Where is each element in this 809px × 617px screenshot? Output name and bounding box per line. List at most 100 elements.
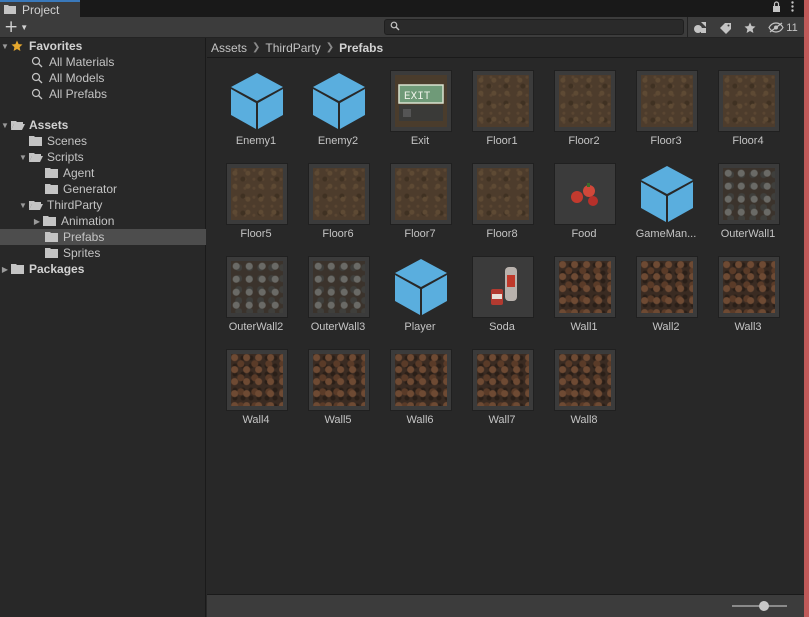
tree-label: All Models: [49, 71, 105, 85]
plus-icon: +: [4, 17, 19, 37]
tree-label: Generator: [63, 182, 118, 196]
asset-name: Wall8: [570, 414, 598, 426]
asset-item[interactable]: Wall6: [382, 338, 458, 428]
label-filter-button[interactable]: [714, 18, 736, 37]
tree-label: Assets: [29, 118, 69, 132]
collapsed-arrow-icon[interactable]: ▶: [32, 217, 42, 226]
expanded-arrow-icon[interactable]: ▼: [18, 153, 28, 162]
favorite-button[interactable]: [739, 18, 761, 37]
asset-item[interactable]: Enemy1: [218, 59, 294, 149]
tree-packages[interactable]: ▶ Packages: [0, 261, 206, 277]
tree-item-all-materials[interactable]: All Materials: [0, 54, 206, 70]
tree-assets[interactable]: ▼ Assets: [0, 117, 206, 133]
breadcrumb-current[interactable]: Prefabs: [339, 41, 383, 55]
asset-item[interactable]: OuterWall1: [710, 152, 786, 242]
asset-name: Wall3: [734, 321, 762, 333]
asset-name: Wall5: [324, 414, 352, 426]
zoom-slider-handle[interactable]: [759, 601, 769, 611]
asset-item[interactable]: Food: [546, 152, 622, 242]
asset-name: Wall7: [488, 414, 516, 426]
asset-item[interactable]: Wall3: [710, 245, 786, 335]
tree-item-all-models[interactable]: All Models: [0, 70, 206, 86]
asset-item[interactable]: Floor7: [382, 152, 458, 242]
folder-open-icon: [29, 151, 43, 163]
asset-name: Wall4: [242, 414, 270, 426]
asset-item[interactable]: Floor3: [628, 59, 704, 149]
asset-item[interactable]: Floor5: [218, 152, 294, 242]
sprite-thumbnail: [226, 256, 288, 318]
tree-label: All Materials: [49, 55, 115, 69]
bottom-bar: [207, 594, 804, 617]
expanded-arrow-icon[interactable]: ▼: [0, 42, 10, 51]
sprite-thumbnail: [554, 70, 616, 132]
tree-item-scenes[interactable]: Scenes: [0, 133, 206, 149]
asset-item[interactable]: Floor8: [464, 152, 540, 242]
asset-item[interactable]: OuterWall3: [300, 245, 376, 335]
asset-name: Wall6: [406, 414, 434, 426]
asset-item[interactable]: Wall8: [546, 338, 622, 428]
asset-item[interactable]: Wall4: [218, 338, 294, 428]
asset-name: Floor3: [650, 135, 682, 147]
sprite-thumbnail: [554, 256, 616, 318]
asset-item[interactable]: GameMan...: [628, 152, 704, 242]
tree-item-scripts[interactable]: ▼ Scripts: [0, 149, 206, 165]
asset-item[interactable]: Wall5: [300, 338, 376, 428]
tree-item-generator[interactable]: Generator: [0, 181, 206, 197]
asset-name: Enemy1: [235, 135, 277, 147]
tag-icon: [719, 22, 731, 34]
hidden-count: 11: [786, 21, 798, 34]
tree-item-prefabs[interactable]: Prefabs: [0, 229, 206, 245]
sprite-thumbnail: [472, 70, 534, 132]
asset-item[interactable]: Soda: [464, 245, 540, 335]
sprite-thumbnail: [636, 256, 698, 318]
star-icon: [744, 22, 756, 33]
kebab-menu-icon[interactable]: [791, 1, 794, 15]
expanded-arrow-icon[interactable]: ▼: [18, 201, 28, 210]
asset-item[interactable]: Wall7: [464, 338, 540, 428]
sprite-thumbnail: [308, 349, 370, 411]
collapsed-arrow-icon[interactable]: ▶: [0, 265, 10, 274]
search-icon: [31, 56, 45, 68]
tree-item-all-prefabs[interactable]: All Prefabs: [0, 86, 206, 102]
lock-icon[interactable]: [772, 1, 781, 15]
asset-item[interactable]: Floor2: [546, 59, 622, 149]
asset-item[interactable]: EXIT Exit: [382, 59, 458, 149]
asset-item[interactable]: Wall1: [546, 245, 622, 335]
sprite-thumbnail: [636, 70, 698, 132]
tree-label: Favorites: [29, 39, 83, 53]
folder-icon: [45, 183, 59, 195]
shapes-icon: [694, 22, 706, 33]
folder-icon: [45, 247, 59, 259]
tree-item-agent[interactable]: Agent: [0, 165, 206, 181]
create-button[interactable]: + ▼: [4, 18, 32, 36]
asset-item[interactable]: OuterWall2: [218, 245, 294, 335]
asset-name: GameMan...: [635, 228, 697, 240]
asset-item[interactable]: Player: [382, 245, 458, 335]
asset-item[interactable]: Enemy2: [300, 59, 376, 149]
breadcrumb-item[interactable]: ThirdParty: [265, 41, 320, 55]
asset-name: Floor2: [568, 135, 600, 147]
breadcrumb-item[interactable]: Assets: [211, 41, 247, 55]
tree-favorites[interactable]: ▼ Favorites: [0, 38, 206, 54]
asset-name: Wall2: [652, 321, 680, 333]
type-filter-button[interactable]: [689, 18, 711, 37]
hidden-packages-toggle[interactable]: 11: [765, 18, 801, 37]
asset-grid: Enemy1 Enemy2 EXIT Exit Floor1 Floor2 Floor3 Fl…: [207, 59, 804, 594]
project-toolbar: + ▼ 11: [0, 17, 804, 38]
asset-item[interactable]: Wall2: [628, 245, 704, 335]
tree-label: All Prefabs: [49, 87, 108, 101]
asset-name: Player: [404, 321, 436, 333]
asset-item[interactable]: Floor1: [464, 59, 540, 149]
tree-label: Sprites: [63, 246, 101, 260]
tree-item-animation[interactable]: ▶ Animation: [0, 213, 206, 229]
asset-item[interactable]: Floor6: [300, 152, 376, 242]
folder-open-icon: [11, 119, 25, 131]
expanded-arrow-icon[interactable]: ▼: [0, 121, 10, 130]
tree-item-thirdparty[interactable]: ▼ ThirdParty: [0, 197, 206, 213]
search-input[interactable]: [384, 19, 684, 35]
sprite-thumbnail: [226, 349, 288, 411]
window-tab-bar: Project: [0, 0, 804, 17]
asset-item[interactable]: Floor4: [710, 59, 786, 149]
tab-project[interactable]: Project: [0, 0, 80, 17]
tree-item-sprites[interactable]: Sprites: [0, 245, 206, 261]
